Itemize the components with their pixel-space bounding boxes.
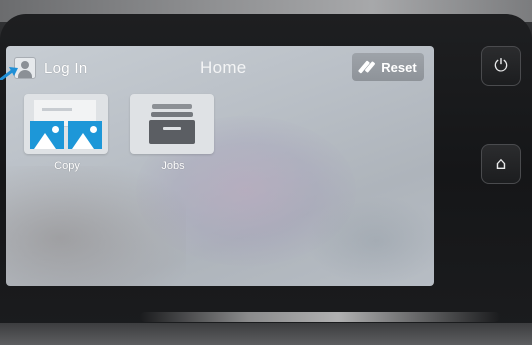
power-button[interactable]: ⏻ (481, 46, 521, 86)
app-tile-label: Jobs (161, 160, 185, 172)
room-reflection (0, 323, 532, 345)
screen-header: Log In Home Reset (6, 46, 434, 88)
reset-label: Reset (381, 59, 417, 75)
screen-reflection (6, 166, 186, 286)
app-tile-copy[interactable]: Copy (24, 94, 110, 172)
page-title: Home (200, 58, 247, 77)
home-icon: ⌂ (495, 153, 507, 174)
copy-icon (24, 94, 108, 154)
annotation-arrow-icon (0, 67, 18, 80)
light-glare (140, 312, 500, 322)
printer-photo: Log In Home Reset Copy Jobs ⏻ ⌂ (0, 0, 532, 345)
touch-screen: Log In Home Reset Copy Jobs (6, 46, 434, 286)
screen-reflection (306, 196, 434, 286)
app-tile-label: Copy (54, 160, 80, 172)
log-in-button[interactable]: Log In (14, 54, 110, 82)
home-button[interactable]: ⌂ (481, 144, 521, 184)
reset-button[interactable]: Reset (352, 53, 424, 81)
power-icon: ⏻ (494, 55, 508, 76)
app-tile-jobs[interactable]: Jobs (130, 94, 216, 172)
log-in-label: Log In (44, 59, 88, 77)
reset-icon (359, 60, 375, 74)
jobs-icon (130, 94, 214, 154)
